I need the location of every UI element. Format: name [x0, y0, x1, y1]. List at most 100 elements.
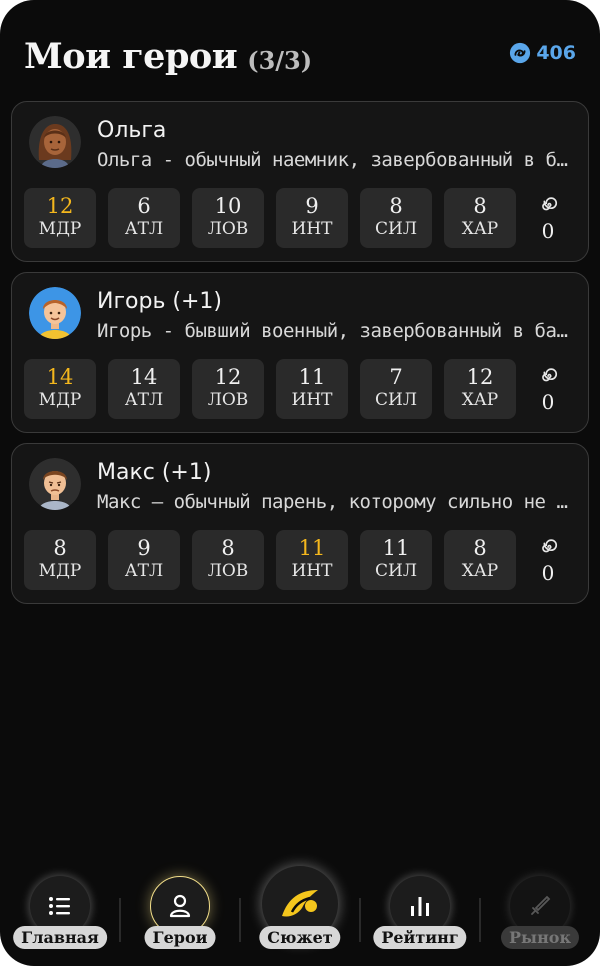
stat-value: 12 [46, 194, 74, 218]
hero-card-maks[interactable]: Макс (+1) Макс — обычный парень, котором… [11, 443, 589, 604]
stat-har: 8 ХАР [444, 188, 516, 248]
nav-label: Главная [13, 926, 107, 949]
stat-value: 14 [130, 365, 158, 389]
person-icon [169, 894, 191, 918]
hero-card-igor[interactable]: Игорь (+1) Игорь - бывший военный, завер… [11, 272, 589, 433]
sword-icon [531, 895, 551, 915]
stat-har: 12 ХАР [444, 359, 516, 419]
stat-sil: 7 СИЛ [360, 359, 432, 419]
nav-label: Герои [144, 926, 216, 949]
stat-label: МДР [38, 390, 82, 410]
swirl-stat: 0 [528, 530, 568, 590]
nav-rating[interactable]: Рейтинг [365, 856, 475, 966]
stat-label: АТЛ [124, 219, 164, 239]
stat-lov: 12 ЛОВ [192, 359, 264, 419]
stat-mdr: 12 МДР [24, 188, 96, 248]
swirl-stat: 0 [528, 188, 568, 248]
stat-label: ЛОВ [207, 390, 249, 410]
avatar [29, 116, 81, 168]
hero-description: Игорь - бывший военный, завербованный в … [97, 320, 577, 342]
stat-value: 14 [46, 365, 74, 389]
stat-label: АТЛ [124, 390, 164, 410]
hero-name: Макс (+1) [97, 460, 212, 485]
story-logo-icon [282, 890, 318, 917]
stat-label: СИЛ [374, 390, 418, 410]
nav-label: Рынок [500, 926, 580, 949]
stat-atl: 14 АТЛ [108, 359, 180, 419]
bottom-nav: Главная Герои Сюжет Рейтинг Рынок [0, 856, 600, 966]
hero-name: Ольга [97, 118, 167, 143]
list-icon [49, 897, 70, 915]
stat-har: 8 ХАР [444, 530, 516, 590]
swirl-value: 0 [541, 390, 555, 414]
stat-value: 9 [305, 194, 319, 218]
currency-value: 406 [536, 42, 576, 64]
nav-divider [239, 898, 241, 942]
stat-value: 9 [137, 536, 151, 560]
nav-label: Сюжет [259, 926, 341, 949]
stat-value: 8 [53, 536, 67, 560]
stat-label: МДР [38, 219, 82, 239]
nav-divider [359, 898, 361, 942]
swirl-value: 0 [541, 219, 555, 243]
stat-int: 11 ИНТ [276, 530, 348, 590]
swirl-icon [542, 539, 558, 553]
stat-label: ЛОВ [207, 561, 249, 581]
stat-label: СИЛ [374, 561, 418, 581]
hero-description: Макс — обычный парень, которому сильно н… [97, 491, 577, 513]
heroes-screen: Мои герои (3/3) 406 Ольга Ольга - обычны… [0, 0, 600, 966]
stat-label: МДР [38, 561, 82, 581]
stat-value: 7 [389, 365, 403, 389]
stat-int: 9 ИНТ [276, 188, 348, 248]
swirl-stat: 0 [528, 359, 568, 419]
stat-lov: 8 ЛОВ [192, 530, 264, 590]
stat-value: 8 [389, 194, 403, 218]
hero-description: Ольга - обычный наемник, завербованный в… [97, 149, 577, 171]
hero-count: (3/3) [247, 45, 313, 75]
stat-sil: 8 СИЛ [360, 188, 432, 248]
stat-lov: 10 ЛОВ [192, 188, 264, 248]
stat-label: ИНТ [291, 219, 333, 239]
stat-value: 11 [382, 536, 410, 560]
page-title: Мои герои [24, 35, 238, 77]
stats-row: 14 МДР 14 АТЛ 12 ЛОВ 11 ИНТ 7 СИЛ 12 ХАР 0 [24, 359, 568, 419]
stats-row: 12 МДР 6 АТЛ 10 ЛОВ 9 ИНТ 8 СИЛ 8 ХАР 0 [24, 188, 568, 248]
nav-home[interactable]: Главная [5, 856, 115, 966]
swirl-coin-icon [510, 42, 531, 64]
stat-label: ХАР [461, 390, 499, 410]
man-portrait-icon [29, 287, 81, 339]
hero-card-olga[interactable]: Ольга Ольга - обычный наемник, завербова… [11, 101, 589, 262]
stat-atl: 6 АТЛ [108, 188, 180, 248]
woman-portrait-icon [29, 116, 81, 168]
hero-name: Игорь (+1) [97, 289, 222, 314]
stat-value: 12 [214, 365, 242, 389]
stat-label: ХАР [461, 219, 499, 239]
avatar [29, 458, 81, 510]
avatar [29, 287, 81, 339]
stat-value: 11 [298, 365, 326, 389]
stat-sil: 11 СИЛ [360, 530, 432, 590]
nav-market[interactable]: Рынок [485, 856, 595, 966]
stat-value: 8 [221, 536, 235, 560]
stat-atl: 9 АТЛ [108, 530, 180, 590]
stat-mdr: 8 МДР [24, 530, 96, 590]
stat-value: 12 [466, 365, 494, 389]
nav-divider [479, 898, 481, 942]
nav-heroes[interactable]: Герои [125, 856, 235, 966]
stat-value: 8 [473, 194, 487, 218]
stat-label: ИНТ [291, 561, 333, 581]
swirl-value: 0 [541, 561, 555, 585]
stat-label: СИЛ [374, 219, 418, 239]
stat-int: 11 ИНТ [276, 359, 348, 419]
stat-label: ХАР [461, 561, 499, 581]
stats-row: 8 МДР 9 АТЛ 8 ЛОВ 11 ИНТ 11 СИЛ 8 ХАР 0 [24, 530, 568, 590]
stat-label: ЛОВ [207, 219, 249, 239]
stat-label: ИНТ [291, 390, 333, 410]
currency-balance[interactable]: 406 [509, 42, 576, 64]
nav-story[interactable]: Сюжет [245, 856, 355, 966]
man-portrait-icon [29, 458, 81, 510]
stat-value: 11 [298, 536, 326, 560]
stat-label: АТЛ [124, 561, 164, 581]
stat-value: 6 [137, 194, 151, 218]
stat-mdr: 14 МДР [24, 359, 96, 419]
